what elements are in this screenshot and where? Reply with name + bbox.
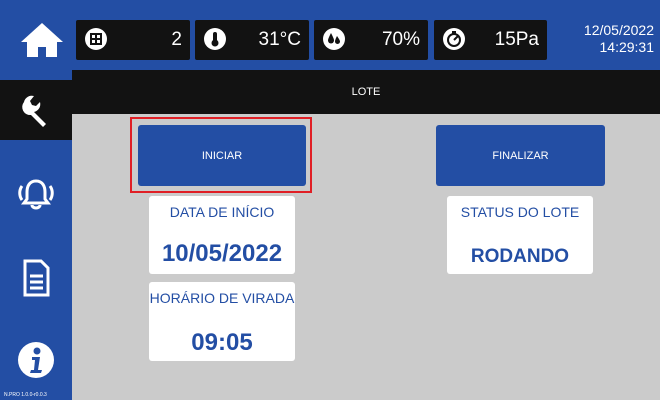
start-date-value: 10/05/2022: [161, 240, 283, 267]
document-icon: [23, 259, 50, 297]
sidebar-item-alarms[interactable]: [0, 164, 72, 224]
sidebar-item-reports[interactable]: [0, 248, 72, 308]
counter-icon: [85, 28, 107, 50]
selection-highlight: [130, 117, 312, 193]
version-label: N.PRO 1.0.0-r0.0.3: [4, 392, 47, 398]
start-date-label: DATA DE INÍCIO: [169, 204, 275, 220]
pressure-value: 15Pa: [494, 29, 539, 50]
wrench-icon: [22, 95, 46, 127]
info-icon: [18, 342, 54, 378]
turn-time-label: HORÁRIO DE VIRADA: [149, 290, 295, 306]
counter-value: 2: [171, 29, 182, 50]
sidebar-item-info[interactable]: [0, 330, 72, 390]
finish-button[interactable]: FINALIZAR: [436, 125, 605, 186]
counter-display: 2: [76, 20, 190, 60]
pressure-gauge-icon: [443, 28, 465, 50]
status-value: RODANDO: [470, 246, 570, 267]
current-time: 14:29:31: [599, 39, 655, 55]
turn-time-value: 09:05: [191, 329, 253, 356]
thermometer-icon: [204, 28, 226, 50]
page-title: LOTE: [351, 86, 381, 98]
pressure-display: 15Pa: [434, 20, 547, 60]
alarm-bell-icon: [18, 179, 54, 210]
home-icon: [21, 23, 63, 57]
humidity-icon: [323, 28, 345, 50]
temperature-display: 31°C: [195, 20, 309, 60]
status-card: STATUS DO LOTE RODANDO: [447, 196, 593, 274]
clock: 12/05/2022 14:29:31: [584, 22, 654, 56]
status-label: STATUS DO LOTE: [460, 204, 580, 220]
turn-time-card: HORÁRIO DE VIRADA 09:05: [149, 282, 295, 361]
start-date-card: DATA DE INÍCIO 10/05/2022: [149, 196, 295, 274]
temperature-value: 31°C: [258, 29, 301, 50]
home-button[interactable]: [18, 20, 66, 60]
current-date: 12/05/2022: [583, 22, 654, 38]
sidebar-item-settings[interactable]: [0, 80, 72, 140]
page-title-bar: LOTE: [72, 70, 660, 114]
humidity-display: 70%: [314, 20, 428, 60]
humidity-value: 70%: [381, 29, 420, 50]
